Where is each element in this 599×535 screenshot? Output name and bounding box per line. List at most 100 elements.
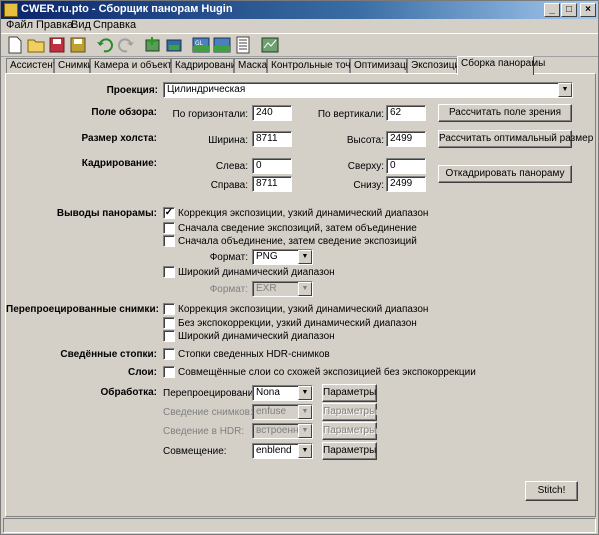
hdr-format-select[interactable]: EXR ▼: [252, 281, 313, 297]
minimize-button[interactable]: _: [544, 3, 560, 17]
close-button[interactable]: ×: [580, 3, 596, 17]
svg-text:GL: GL: [195, 40, 204, 47]
control-points-table-icon[interactable]: [234, 36, 252, 54]
remapper-select[interactable]: Nona ▼: [252, 385, 313, 401]
tab-stitcher[interactable]: Сборка панорамы: [457, 56, 545, 75]
hdr-stacks-label: Стопки сведенных HDR-снимков: [178, 349, 330, 360]
exposure-layers-checkbox[interactable]: [163, 366, 175, 378]
optimize-icon[interactable]: [261, 36, 279, 54]
undo-icon[interactable]: [96, 36, 114, 54]
remapped-hdr-checkbox[interactable]: [163, 330, 175, 342]
tab-images[interactable]: Снимки: [54, 58, 93, 74]
hdr-merge-label: Сведение в HDR:: [163, 426, 245, 437]
output-fused-blended-label: Сначала сведение экспозиций, затем объед…: [178, 223, 417, 234]
chevron-down-icon: ▼: [558, 83, 572, 97]
fusion-select[interactable]: enfuse ▼: [252, 404, 313, 420]
format-value: PNG: [256, 251, 278, 262]
fov-h-label: По горизонтали:: [172, 109, 248, 120]
crop-bottom-input[interactable]: 2499: [386, 176, 426, 192]
fov-h-input[interactable]: 240: [252, 105, 292, 121]
blender-label: Совмещение:: [163, 446, 227, 457]
blender-select[interactable]: enblend ▼: [252, 443, 313, 459]
tab-optimizer[interactable]: Оптимизация: [350, 58, 417, 74]
hdr-merge-select[interactable]: встроенное ▼: [252, 423, 313, 439]
remapped-images-label: Перепроецированные снимки:: [6, 304, 159, 315]
new-project-icon[interactable]: [6, 36, 24, 54]
hdr-format-label: Формат:: [209, 284, 248, 295]
save-project-icon[interactable]: [48, 36, 66, 54]
crop-panorama-button[interactable]: Откадрировать панораму: [438, 165, 572, 183]
save-as-icon[interactable]: [69, 36, 87, 54]
preview-icon[interactable]: [213, 36, 231, 54]
chevron-down-icon: ▼: [298, 405, 312, 419]
fusion-params-button[interactable]: Параметры: [322, 403, 377, 421]
output-hdr-label: Широкий динамический диапазон: [178, 267, 335, 278]
remapper-label: Перепроецирование:: [163, 388, 262, 399]
crop-top-label: Сверху:: [347, 161, 384, 172]
output-fused-blended-checkbox[interactable]: [163, 222, 175, 234]
fov-v-input[interactable]: 62: [386, 105, 426, 121]
crop-right-input[interactable]: 8711: [252, 176, 292, 192]
remapper-params-button[interactable]: Параметры: [322, 384, 377, 402]
output-ldr-blended-label: Коррекция экспозиции, узкий динамический…: [178, 208, 429, 219]
fast-preview-icon[interactable]: GL: [192, 36, 210, 54]
canvas-height-label: Высота:: [346, 135, 384, 146]
fused-stacks-label: Сведённые стопки:: [60, 349, 157, 360]
crop-top-input[interactable]: 0: [386, 158, 426, 174]
tab-control-points[interactable]: Контрольные точки: [267, 58, 360, 74]
output-ldr-blended-checkbox[interactable]: ✓: [163, 207, 175, 219]
add-images-icon[interactable]: [144, 36, 162, 54]
menu-view[interactable]: Вид: [71, 19, 91, 31]
status-bar: [3, 518, 596, 533]
hdr-format-value: EXR: [256, 283, 277, 294]
fusion-value: enfuse: [256, 406, 287, 417]
exposure-layers-label: Совмещённые слои со схожей экспозицией б…: [178, 367, 476, 378]
crop-left-input[interactable]: 0: [252, 158, 292, 174]
add-series-icon[interactable]: [165, 36, 183, 54]
tab-camera-lens[interactable]: Камера и объектив: [90, 58, 183, 74]
canvas-height-input[interactable]: 2499: [386, 131, 426, 147]
stitch-button[interactable]: Stitch!: [525, 481, 578, 501]
tab-exposure[interactable]: Экспозиция: [407, 58, 465, 74]
remapped-ldr-checkbox[interactable]: [163, 303, 175, 315]
remapped-ldr-label: Коррекция экспозиции, узкий динамический…: [178, 304, 429, 315]
processing-label: Обработка:: [100, 387, 157, 398]
menu-help[interactable]: Справка: [93, 19, 136, 31]
redo-icon[interactable]: [117, 36, 135, 54]
format-label: Формат:: [209, 252, 248, 263]
projection-select[interactable]: Цилиндрическая ▼: [163, 82, 573, 98]
calculate-fov-button[interactable]: Рассчитать поле зрения: [438, 104, 572, 122]
title-bar: CWER.ru.pto - Сборщик панорам Hugin _ □ …: [1, 1, 598, 19]
calculate-optimal-size-button[interactable]: Рассчитать оптимальный размер: [438, 130, 593, 148]
maximize-button[interactable]: □: [561, 3, 577, 17]
remapped-ldr-nocorr-label: Без экспокоррекции, узкий динамический д…: [178, 318, 417, 329]
canvas-width-label: Ширина:: [208, 135, 248, 146]
main-window: CWER.ru.pto - Сборщик панорам Hugin _ □ …: [0, 0, 599, 535]
remapper-value: Nona: [256, 387, 280, 398]
remapped-ldr-nocorr-checkbox[interactable]: [163, 317, 175, 329]
tab-mask[interactable]: Маска: [234, 58, 267, 74]
crop-label: Кадрирование:: [81, 158, 157, 169]
tab-crop[interactable]: Кадрирование: [171, 58, 242, 74]
menu-file[interactable]: Файл: [6, 19, 33, 31]
output-hdr-checkbox[interactable]: [163, 266, 175, 278]
hdr-stacks-checkbox[interactable]: [163, 348, 175, 360]
output-blended-fused-checkbox[interactable]: [163, 235, 175, 247]
chevron-down-icon: ▼: [298, 424, 312, 438]
chevron-down-icon: ▼: [298, 282, 312, 296]
format-select[interactable]: PNG ▼: [252, 249, 313, 265]
canvas-width-input[interactable]: 8711: [252, 131, 292, 147]
crop-bottom-label: Снизу:: [353, 180, 384, 191]
blender-params-button[interactable]: Параметры: [322, 442, 377, 460]
crop-left-label: Слева:: [215, 161, 248, 172]
hugin-app-icon: [4, 3, 18, 17]
menu-edit[interactable]: Правка: [36, 19, 73, 31]
fov-v-label: По вертикали:: [317, 109, 384, 120]
hdr-merge-params-button[interactable]: Параметры: [322, 422, 377, 440]
chevron-down-icon: ▼: [298, 250, 312, 264]
blender-value: enblend: [256, 445, 292, 456]
tab-assistant[interactable]: Ассистент: [6, 58, 57, 74]
open-project-icon[interactable]: [27, 36, 45, 54]
canvas-size-label: Размер холста:: [81, 133, 157, 144]
panorama-outputs-label: Выводы панорамы:: [56, 208, 157, 219]
